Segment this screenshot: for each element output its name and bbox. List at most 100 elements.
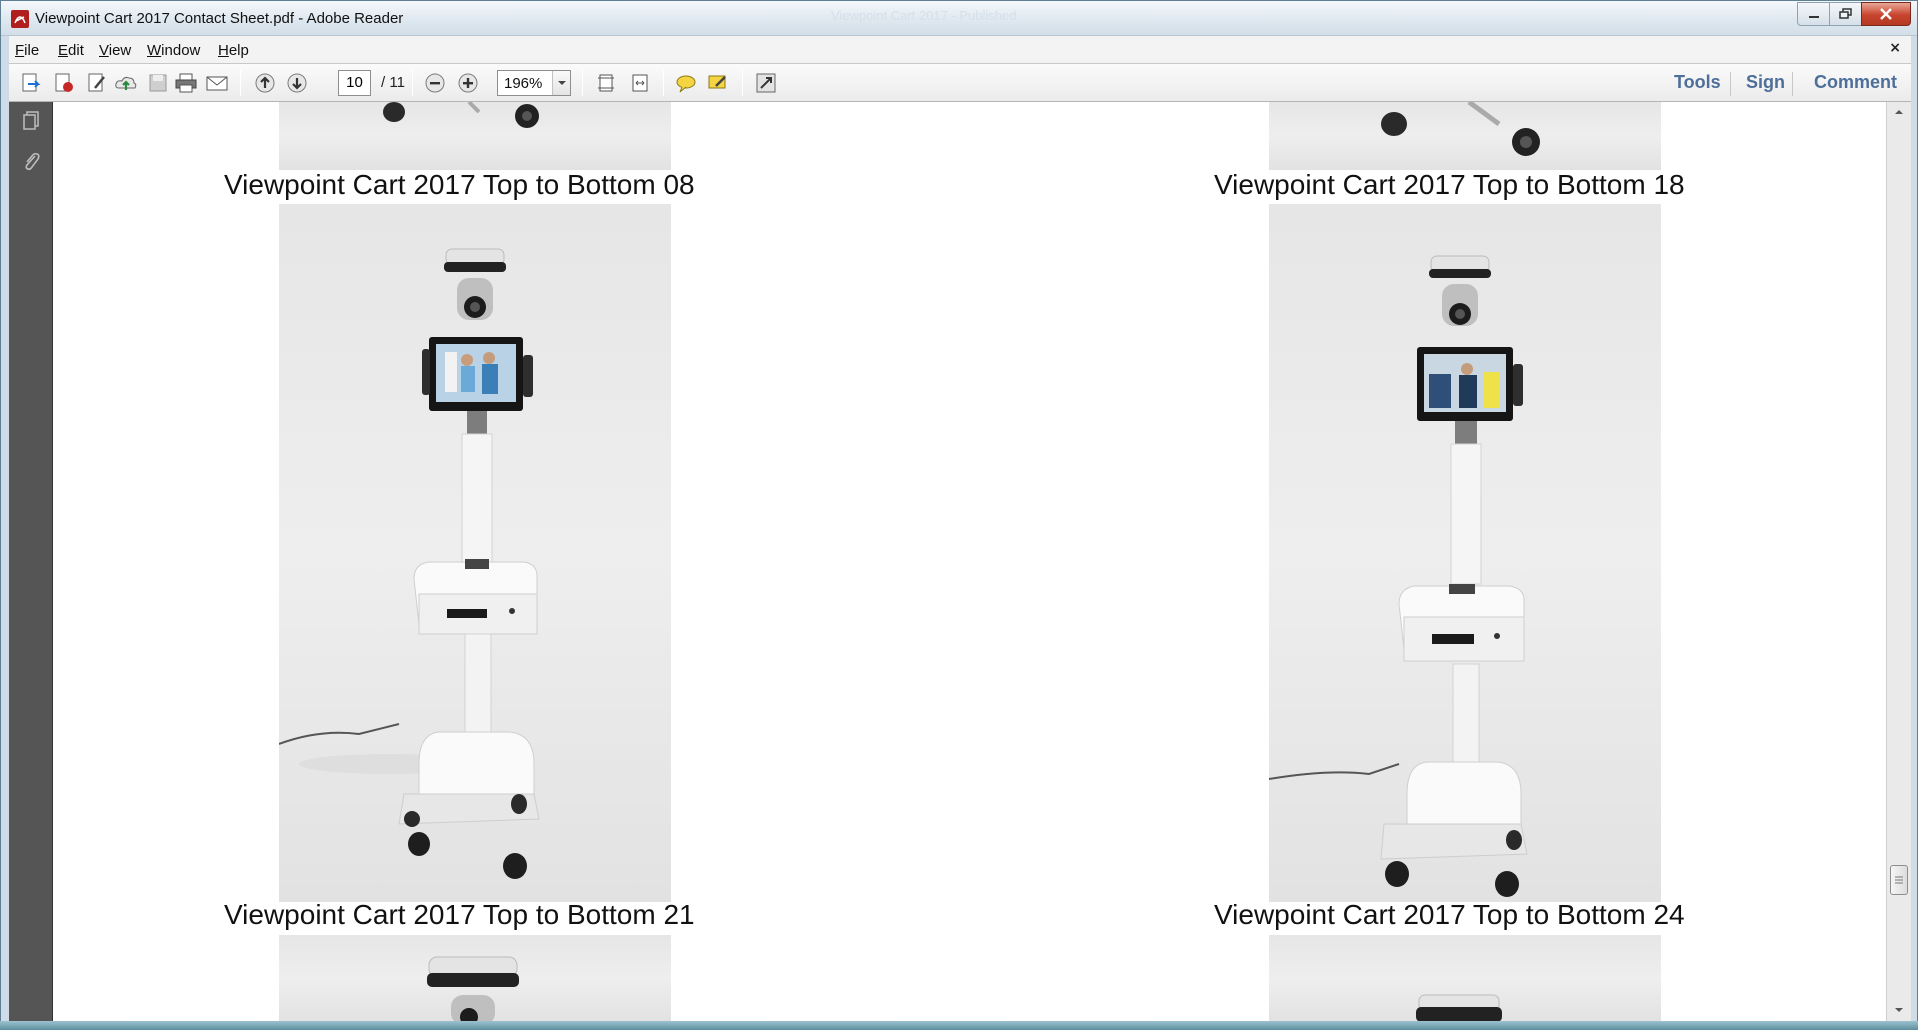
fullscreen-icon — [756, 73, 776, 93]
pages-panel-icon — [23, 111, 39, 130]
sticky-note-icon — [676, 75, 696, 93]
photo-thumbnail — [1269, 102, 1661, 170]
photo-thumbnail — [1269, 935, 1661, 1022]
tools-pane-link[interactable]: Tools — [1674, 72, 1721, 93]
page-number-input[interactable]: 10 — [338, 70, 371, 96]
zoom-dropdown-button[interactable] — [552, 71, 570, 95]
open-file-icon — [22, 73, 41, 92]
email-button[interactable] — [204, 70, 230, 96]
save-icon — [149, 74, 167, 92]
fit-page-icon — [598, 74, 614, 92]
comment-pane-link[interactable]: Comment — [1814, 72, 1897, 93]
image-caption: Viewpoint Cart 2017 Top to Bottom 18 — [1214, 169, 1685, 200]
navigation-pane — [9, 102, 53, 1022]
telemedicine-cart-image — [1269, 255, 1528, 897]
menu-file-accel: F — [15, 42, 25, 59]
menu-view-label: iew — [108, 42, 132, 59]
photo-thumbnail — [279, 935, 671, 1022]
restore-icon — [1838, 8, 1852, 19]
window-controls — [1797, 2, 1911, 26]
attachments-icon — [25, 152, 40, 171]
save-button[interactable] — [145, 70, 171, 96]
taskbar-edge — [0, 1021, 1918, 1030]
maximize-button[interactable] — [1829, 2, 1862, 26]
cart-top-image — [1416, 994, 1502, 1022]
minimize-icon — [1808, 16, 1819, 18]
grip-icon — [1895, 876, 1903, 884]
chevron-down-icon — [1895, 1008, 1903, 1012]
sticky-note-button[interactable] — [673, 70, 699, 96]
print-button[interactable] — [173, 70, 199, 96]
toolbar-link-separator — [1730, 72, 1731, 96]
minimize-button[interactable] — [1797, 2, 1830, 26]
vertical-scrollbar[interactable] — [1886, 102, 1911, 1022]
title-bar: Viewpoint Cart 2017 Contact Sheet.pdf - … — [1, 1, 1917, 36]
app-window: Viewpoint Cart 2017 Contact Sheet.pdf - … — [0, 0, 1918, 1030]
highlight-button[interactable] — [705, 70, 731, 96]
zoom-out-button[interactable] — [422, 70, 448, 96]
menu-bar: File Edit View Window Help × — [9, 36, 1911, 64]
window-title: Viewpoint Cart 2017 Contact Sheet.pdf - … — [35, 10, 404, 27]
print-icon — [175, 73, 197, 93]
menu-file[interactable]: File — [15, 42, 39, 59]
document-view[interactable]: Viewpoint Cart 2017 Top to Bottom 08 Vie… — [53, 102, 1886, 1022]
scroll-thumb[interactable] — [1890, 865, 1908, 895]
toolbar-link-separator — [1792, 72, 1793, 96]
close-window-button[interactable] — [1861, 2, 1911, 26]
previous-page-button[interactable] — [252, 70, 278, 96]
menu-window[interactable]: Window — [147, 42, 200, 59]
email-icon — [206, 76, 228, 91]
toolbar: 10 / 11 196% Tools Sign Comment — [9, 64, 1911, 102]
menu-help[interactable]: Help — [218, 42, 249, 59]
cart-base-image — [1381, 102, 1540, 156]
highlight-icon — [708, 75, 726, 89]
cloud-upload-button[interactable] — [113, 70, 139, 96]
chevron-down-icon — [557, 81, 566, 85]
menu-file-label: ile — [24, 42, 40, 59]
cloud-upload-icon — [115, 76, 137, 90]
fit-page-button[interactable] — [593, 70, 619, 96]
zoom-select[interactable]: 196% — [497, 70, 571, 96]
next-page-button[interactable] — [284, 70, 310, 96]
close-icon — [1880, 8, 1892, 20]
sign-pane-link[interactable]: Sign — [1746, 72, 1785, 93]
telemedicine-cart-image — [279, 248, 540, 879]
toolbar-separator — [742, 70, 743, 96]
photo-thumbnail — [279, 204, 671, 902]
toolbar-separator — [412, 70, 413, 96]
menu-view[interactable]: View — [99, 42, 131, 59]
toolbar-separator — [582, 70, 583, 96]
image-caption: Viewpoint Cart 2017 Top to Bottom 24 — [1214, 899, 1685, 930]
image-caption: Viewpoint Cart 2017 Top to Bottom 21 — [224, 899, 695, 930]
zoom-in-icon — [458, 73, 478, 93]
zoom-in-button[interactable] — [455, 70, 481, 96]
zoom-value: 196% — [504, 75, 543, 92]
toolbar-separator — [240, 70, 241, 96]
scroll-up-button[interactable] — [1890, 104, 1908, 120]
edit-pdf-button[interactable] — [84, 70, 110, 96]
create-pdf-icon — [55, 73, 73, 92]
fullscreen-button[interactable] — [753, 70, 779, 96]
scroll-down-button[interactable] — [1890, 1002, 1908, 1018]
cart-top-image — [427, 956, 519, 1022]
menu-edit-label: dit — [68, 42, 84, 59]
menu-help-accel: H — [218, 42, 229, 59]
close-document-button[interactable]: × — [1889, 40, 1901, 56]
menu-help-label: elp — [228, 42, 249, 59]
menu-edit-accel: E — [58, 42, 69, 59]
edit-pdf-icon — [88, 73, 105, 92]
attachments-panel-button[interactable] — [18, 149, 44, 175]
photo-thumbnail — [279, 102, 671, 170]
open-file-button[interactable] — [18, 70, 44, 96]
toolbar-separator — [663, 70, 664, 96]
fit-width-button[interactable] — [627, 70, 653, 96]
page-total: / 11 — [381, 74, 405, 91]
background-window-title: Viewpoint Cart 2017 - Published — [831, 8, 1017, 23]
create-pdf-button[interactable] — [51, 70, 77, 96]
menu-edit[interactable]: Edit — [58, 42, 84, 59]
menu-window-accel: W — [147, 42, 162, 59]
photo-thumbnail — [1269, 204, 1661, 902]
pages-panel-button[interactable] — [18, 108, 44, 134]
menu-view-accel: V — [99, 42, 109, 59]
image-caption: Viewpoint Cart 2017 Top to Bottom 08 — [224, 169, 695, 200]
